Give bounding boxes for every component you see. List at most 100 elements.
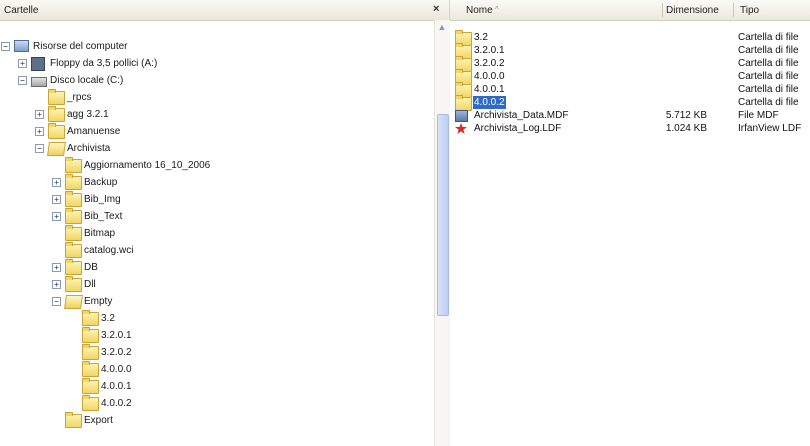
- column-divider[interactable]: [733, 3, 734, 17]
- tree-expander-icon[interactable]: −: [18, 76, 27, 85]
- folder-icon: [65, 242, 82, 258]
- mdf-icon: [455, 110, 468, 122]
- file-name-cell: 3.2.0.1: [474, 45, 505, 56]
- file-list-header: Nome ^ Dimensione Tipo: [450, 0, 810, 21]
- tree-expander-icon[interactable]: −: [52, 297, 61, 306]
- tree-item-label: Disco locale (C:): [50, 75, 124, 86]
- folder-icon: [65, 225, 82, 241]
- file-name-cell: 3.2.0.2: [474, 58, 505, 69]
- folder-icon: [48, 89, 65, 105]
- file-type-cell: Cartella di file: [738, 58, 799, 69]
- file-row[interactable]: 4.0.0.0 Cartella di file: [450, 69, 810, 85]
- folder-icon: [65, 191, 82, 207]
- tree-expander-icon[interactable]: +: [52, 263, 61, 272]
- folder-icon: [82, 361, 99, 377]
- tree-expander-icon[interactable]: +: [35, 110, 44, 119]
- file-name-cell: Archivista_Log.LDF: [474, 123, 562, 134]
- tree-item-label: Floppy da 3,5 pollici (A:): [50, 58, 158, 69]
- folder-open-icon: [47, 142, 66, 156]
- tree-item-label: Archivista: [67, 143, 111, 154]
- file-size-cell: 1.024 KB: [665, 123, 707, 134]
- tree-item-label: catalog.wci: [84, 245, 134, 256]
- file-type-cell: Cartella di file: [738, 84, 799, 95]
- folder-icon: [65, 174, 82, 190]
- tree-item-label: 4.0.0.2: [101, 398, 132, 409]
- file-row[interactable]: 4.0.0.1 Cartella di file: [450, 82, 810, 98]
- sort-ascending-icon: ^: [495, 5, 499, 14]
- folder-open-icon: [64, 295, 83, 309]
- scroll-up-arrow-icon[interactable]: ▲: [437, 22, 447, 32]
- folder-icon: [82, 344, 99, 360]
- file-name-cell: 4.0.0.1: [474, 84, 505, 95]
- folder-tree-scrollbar[interactable]: ▲: [434, 20, 450, 446]
- tree-item-label: 4.0.0.1: [101, 381, 132, 392]
- folders-pane: Cartelle × − Risorse del computer + Floppy…: [0, 0, 450, 446]
- folder-icon: [48, 123, 65, 139]
- folder-icon: [65, 412, 82, 428]
- file-name-cell: 4.0.0.2: [473, 96, 506, 109]
- tree-item-label: Risorse del computer: [33, 41, 128, 52]
- tree-item-label: Export: [84, 415, 113, 426]
- folder-icon: [65, 157, 82, 173]
- tree-item-label: 3.2.0.1: [101, 330, 132, 341]
- tree-item-label: Amanuense: [67, 126, 121, 137]
- tree-item-label: Bitmap: [84, 228, 116, 239]
- file-type-cell: Cartella di file: [738, 45, 799, 56]
- tree-expander-icon[interactable]: +: [52, 212, 61, 221]
- folders-pane-title: Cartelle: [4, 5, 39, 16]
- file-type-cell: Cartella di file: [738, 71, 799, 82]
- folder-icon: [65, 259, 82, 275]
- floppy-icon: [31, 57, 45, 71]
- folder-icon: [82, 327, 99, 343]
- tree-item-label: 3.2: [101, 313, 115, 324]
- tree-item-label: 4.0.0.0: [101, 364, 132, 375]
- folder-icon: [48, 106, 65, 122]
- file-name-cell: 4.0.0.0: [474, 71, 505, 82]
- computer-icon: [14, 40, 29, 52]
- tree-item-label: Backup: [84, 177, 118, 188]
- folder-tree: − Risorse del computer + Floppy da 3,5 pol…: [0, 20, 434, 446]
- file-type-cell: Cartella di file: [738, 32, 799, 43]
- tree-expander-icon[interactable]: +: [35, 127, 44, 136]
- file-list-pane: Nome ^ Dimensione Tipo 3.2 Cartella di fi…: [450, 0, 810, 446]
- file-type-cell: File MDF: [738, 110, 779, 121]
- file-row[interactable]: 3.2.0.2 Cartella di file: [450, 56, 810, 72]
- scrollbar-thumb[interactable]: [437, 114, 449, 316]
- tree-expander-icon[interactable]: +: [52, 195, 61, 204]
- file-row[interactable]: Archivista_Log.LDF 1.024 KB IrfanView LDF: [450, 122, 810, 135]
- folder-icon: [65, 276, 82, 292]
- file-name-cell: 3.2: [474, 32, 488, 43]
- tree-expander-icon[interactable]: −: [35, 144, 44, 153]
- folder-icon: [65, 208, 82, 224]
- file-row[interactable]: 3.2 Cartella di file: [450, 30, 810, 46]
- tree-item-label: Bib_Text: [84, 211, 123, 222]
- file-type-cell: Cartella di file: [738, 97, 799, 108]
- folder-icon: [82, 310, 99, 326]
- column-divider[interactable]: [662, 3, 663, 17]
- tree-expander-icon[interactable]: +: [52, 178, 61, 187]
- tree-item-label: _rpcs: [67, 92, 92, 103]
- folder-icon: [82, 378, 99, 394]
- file-row[interactable]: 4.0.0.2 Cartella di file: [450, 95, 810, 111]
- column-header-name[interactable]: Nome: [466, 5, 493, 16]
- drive-icon: [31, 77, 47, 87]
- file-name-cell: Archivista_Data.MDF: [474, 110, 569, 121]
- column-header-type[interactable]: Tipo: [740, 5, 759, 16]
- tree-expander-icon[interactable]: +: [18, 59, 27, 68]
- tree-expander-icon[interactable]: +: [52, 280, 61, 289]
- column-header-size[interactable]: Dimensione: [666, 5, 719, 16]
- tree-item-label: Empty: [84, 296, 113, 307]
- folder-icon: [82, 395, 99, 411]
- file-row[interactable]: Archivista_Data.MDF 5.712 KB File MDF: [450, 109, 810, 122]
- tree-item-label: 3.2.0.2: [101, 347, 132, 358]
- tree-item-label: agg 3.2.1: [67, 109, 109, 120]
- file-size-cell: 5.712 KB: [665, 110, 707, 121]
- tree-item-label: Dll: [84, 279, 96, 290]
- folders-pane-header: Cartelle ×: [0, 0, 449, 21]
- file-row[interactable]: 3.2.0.1 Cartella di file: [450, 43, 810, 59]
- tree-expander-icon[interactable]: −: [1, 42, 10, 51]
- close-folders-pane-button[interactable]: ×: [433, 3, 439, 15]
- tree-item-label: Bib_Img: [84, 194, 121, 205]
- file-type-cell: IrfanView LDF: [738, 123, 802, 134]
- tree-item-label: Aggiornamento 16_10_2006: [84, 160, 211, 171]
